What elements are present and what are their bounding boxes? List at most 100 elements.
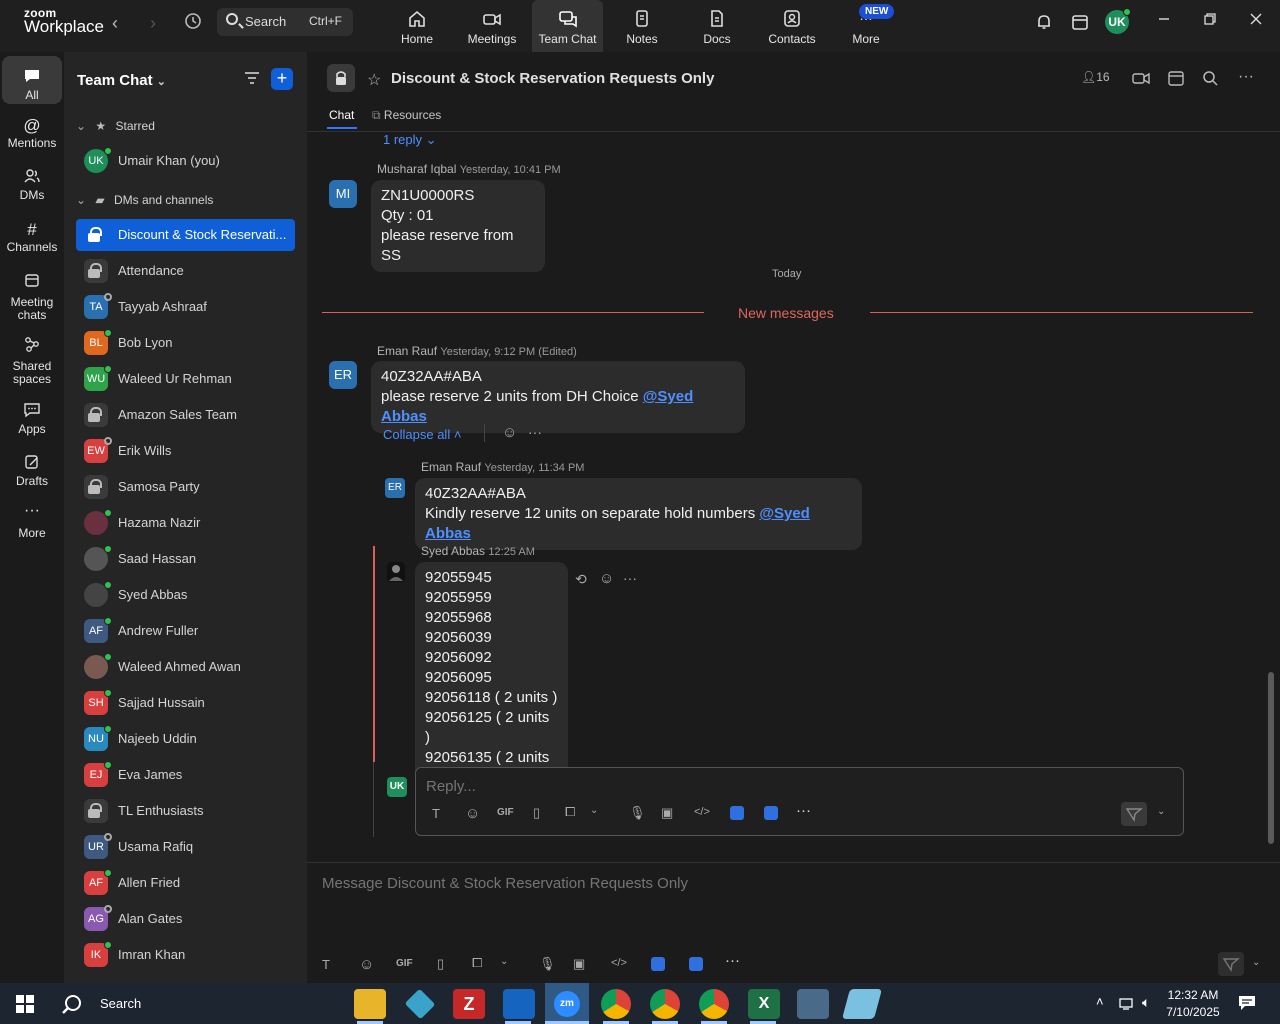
member-count[interactable]: 👤︎16: [1081, 70, 1110, 84]
restore-icon[interactable]: [1203, 12, 1217, 31]
more-options-icon[interactable]: ···: [725, 952, 740, 969]
dm-list-item[interactable]: BL Bob Lyon: [76, 327, 295, 359]
rail-item-more[interactable]: ··· More: [2, 503, 62, 541]
reply-bubble[interactable]: 92055945 92055959 92055968 92056039 9205…: [415, 562, 568, 794]
emoji-icon[interactable]: ☺: [359, 956, 374, 973]
outlook-icon[interactable]: [503, 989, 535, 1019]
dm-list-item[interactable]: EW Erik Wills: [76, 435, 295, 467]
tab-team-chat[interactable]: Team Chat: [532, 0, 603, 52]
reply-count-link[interactable]: 1 reply ⌄: [383, 132, 437, 148]
clock[interactable]: 12:32 AM 7/10/2025: [1164, 987, 1222, 1021]
microphone-icon[interactable]: 🎙︎: [539, 956, 556, 972]
tab-resources[interactable]: ⧉ Resources: [372, 108, 441, 123]
author-name[interactable]: Syed Abbas: [421, 544, 485, 558]
more-options-icon[interactable]: ···: [796, 802, 811, 819]
filezilla-icon[interactable]: Z: [453, 989, 485, 1019]
starred-section-header[interactable]: ⌄ ★ Starred: [76, 119, 155, 133]
screenshot-icon[interactable]: ⧠: [472, 955, 482, 971]
starred-item-self[interactable]: UK Umair Khan (you): [76, 145, 295, 177]
forward-arrow-icon[interactable]: ›: [150, 13, 156, 34]
tab-meetings[interactable]: Meetings: [456, 0, 528, 52]
network-icon[interactable]: [1118, 995, 1134, 1016]
video-icon[interactable]: [1132, 70, 1150, 91]
history-icon[interactable]: [184, 12, 202, 35]
channel-list-item[interactable]: Samosa Party: [76, 471, 295, 503]
search-icon[interactable]: [1202, 70, 1218, 91]
add-reaction-icon[interactable]: ☺: [599, 570, 614, 587]
rail-item-shared-spaces[interactable]: Shared spaces: [2, 336, 62, 386]
minimize-icon[interactable]: [1157, 12, 1171, 31]
app-icon[interactable]: [764, 806, 778, 820]
code-snippet-icon[interactable]: </>: [694, 806, 710, 818]
tab-contacts[interactable]: Contacts: [756, 0, 828, 52]
scrollbar[interactable]: [1268, 672, 1274, 844]
taskbar-search-label[interactable]: Search: [100, 996, 141, 1011]
channel-list-item[interactable]: Amazon Sales Team: [76, 399, 295, 431]
avatar[interactable]: ER: [385, 478, 405, 498]
dm-list-item[interactable]: EJ Eva James: [76, 759, 295, 791]
dm-list-item[interactable]: WU Waleed Ur Rehman: [76, 363, 295, 395]
message-bubble[interactable]: ZN1U0000RS Qty : 01 please reserve from …: [371, 180, 545, 272]
chrome-icon[interactable]: [650, 989, 680, 1019]
rail-item-apps[interactable]: Apps: [2, 402, 62, 436]
notifications-bell-icon[interactable]: [1035, 13, 1053, 36]
dm-list-item[interactable]: NU Najeeb Uddin: [76, 723, 295, 755]
rail-item-dms[interactable]: DMs: [2, 168, 62, 202]
windows-start-icon[interactable]: [16, 995, 34, 1018]
chrome-icon[interactable]: [699, 989, 729, 1019]
file-icon[interactable]: ▯: [437, 956, 444, 972]
gif-button[interactable]: GIF: [497, 807, 514, 818]
chevron-down-icon[interactable]: ⌄: [590, 805, 598, 816]
global-search-button[interactable]: Search Ctrl+F: [217, 8, 353, 36]
dm-list-item[interactable]: AF Andrew Fuller: [76, 615, 295, 647]
author-name[interactable]: Eman Rauf: [421, 460, 481, 474]
collapse-all-button[interactable]: Collapse all ˄: [383, 427, 461, 442]
volume-icon[interactable]: 🔈︎: [1142, 994, 1150, 1011]
dm-list-item[interactable]: SH Sajjad Hussain: [76, 687, 295, 719]
notifications-icon[interactable]: [1238, 995, 1256, 1016]
dm-list-item[interactable]: AG Alan Gates: [76, 903, 295, 935]
more-options-icon[interactable]: ···: [1238, 68, 1254, 86]
star-outline-icon[interactable]: ☆: [367, 70, 381, 90]
chrome-icon[interactable]: [601, 989, 631, 1019]
tab-home[interactable]: Home: [381, 0, 453, 52]
chevron-down-icon[interactable]: ⌄: [500, 956, 508, 967]
emoji-icon[interactable]: ☺: [465, 805, 480, 822]
chevron-up-icon[interactable]: ˄: [1096, 994, 1104, 1009]
send-button[interactable]: [1218, 952, 1244, 976]
dm-list-item[interactable]: TA Tayyab Ashraaf: [76, 291, 295, 323]
file-icon[interactable]: ▯: [533, 805, 540, 821]
tab-docs[interactable]: Docs: [681, 0, 753, 52]
filter-icon[interactable]: [244, 70, 260, 91]
avatar[interactable]: MI: [329, 180, 357, 208]
dm-list-item[interactable]: Hazama Nazir: [76, 507, 295, 539]
app-icon[interactable]: [689, 957, 703, 971]
video-message-icon[interactable]: ▣: [661, 805, 673, 821]
close-icon[interactable]: [1249, 12, 1263, 31]
reply-input[interactable]: [426, 775, 1126, 797]
calendar-icon[interactable]: [1071, 13, 1089, 36]
video-message-icon[interactable]: ▣: [573, 956, 585, 972]
tab-chat[interactable]: Chat: [329, 108, 354, 122]
channel-list-item[interactable]: Discount & Stock Reservati...: [76, 219, 295, 251]
channel-title[interactable]: Discount & Stock Reservation Requests On…: [391, 70, 714, 87]
text-format-icon[interactable]: T: [432, 806, 440, 821]
gif-button[interactable]: GIF: [396, 958, 413, 969]
avatar[interactable]: ER: [329, 361, 357, 389]
panel-title[interactable]: Team Chat ⌄: [77, 72, 166, 89]
calculator-icon[interactable]: [797, 989, 829, 1019]
dms-section-header[interactable]: ⌄ ▰ DMs and channels: [76, 193, 213, 207]
message-input[interactable]: [322, 871, 1222, 895]
channel-list-item[interactable]: TL Enthusiasts: [76, 795, 295, 827]
rail-item-drafts[interactable]: Drafts: [2, 454, 62, 488]
rail-item-mentions[interactable]: @ Mentions: [2, 116, 62, 150]
code-snippet-icon[interactable]: </>: [611, 957, 627, 969]
file-explorer-icon[interactable]: [354, 989, 386, 1019]
zoom-taskbar-button[interactable]: zm: [545, 983, 589, 1024]
dm-list-item[interactable]: Syed Abbas: [76, 579, 295, 611]
message-bubble[interactable]: 40Z32AA#ABA please reserve 2 units from …: [371, 361, 745, 433]
reply-composer[interactable]: T ☺ GIF ▯ ⧠ ⌄ 🎙︎ ▣ </> ··· ⌄: [415, 767, 1184, 836]
tab-notes[interactable]: Notes: [606, 0, 678, 52]
new-chat-button[interactable]: +: [271, 68, 293, 90]
author-name[interactable]: Eman Rauf: [377, 344, 437, 358]
